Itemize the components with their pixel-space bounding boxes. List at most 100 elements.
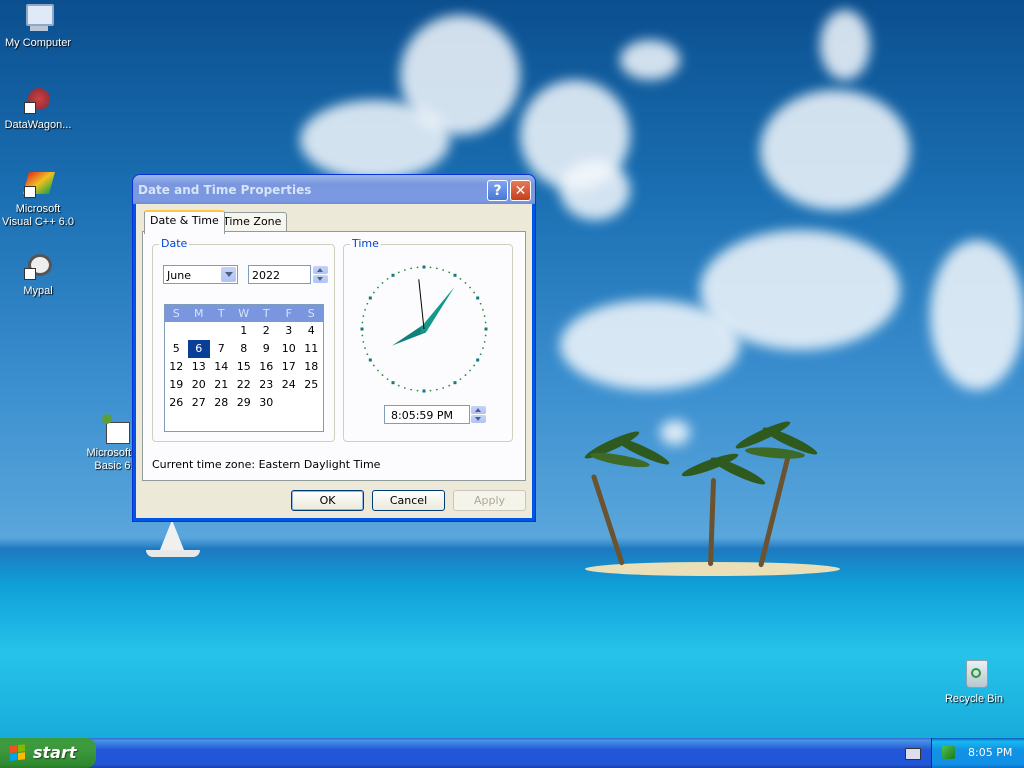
calendar-day[interactable]: 26 — [165, 394, 188, 412]
tab-panel-date-time: Date June 2022 SMTWTFS 1 2 3 4 5 6 7 8 9 10 11 12 13… — [142, 231, 526, 481]
calendar-day[interactable]: 14 — [210, 358, 233, 376]
calendar-day[interactable]: 24 — [278, 376, 301, 394]
time-input[interactable]: 8:05:59 PM — [384, 405, 486, 424]
calendar-day[interactable]: 10 — [278, 340, 301, 358]
clock-minute-marker — [429, 389, 432, 392]
month-calendar[interactable]: SMTWTFS 1 2 3 4 5 6 7 8 9 10 11 12 13 14 15 16 17 18 19 20 2… — [164, 304, 324, 432]
network-icon[interactable] — [942, 746, 955, 759]
calendar-day[interactable]: 8 — [233, 340, 256, 358]
calendar-day[interactable]: 1 — [233, 322, 256, 340]
calendar-day[interactable]: 9 — [255, 340, 278, 358]
spin-down-icon[interactable] — [313, 275, 328, 283]
spin-down-icon[interactable] — [471, 415, 486, 423]
month-dropdown[interactable]: June — [163, 265, 238, 284]
ok-button[interactable]: OK — [291, 490, 364, 511]
clock-minute-marker — [435, 267, 438, 270]
desktop-icon-datawagon[interactable]: DataWagon... — [0, 84, 76, 132]
calendar-day[interactable]: 30 — [255, 394, 278, 412]
clock-minute-marker — [372, 291, 375, 294]
sailboat — [140, 520, 204, 560]
time-spinner[interactable] — [471, 406, 486, 423]
visual-cpp-icon — [22, 168, 55, 200]
calendar-week-row: 5 6 7 8 9 10 11 — [165, 340, 323, 358]
calendar-day[interactable]: 13 — [188, 358, 211, 376]
calendar-day[interactable]: 23 — [255, 376, 278, 394]
clock-hour-marker — [484, 327, 488, 331]
calendar-week-row: 19 20 21 22 23 24 25 — [165, 376, 323, 394]
calendar-empty-cell — [300, 394, 323, 412]
chevron-down-icon[interactable] — [221, 267, 236, 282]
calendar-day[interactable]: 11 — [300, 340, 323, 358]
calendar-weekday: S — [172, 307, 180, 320]
calendar-weekday: M — [194, 307, 204, 320]
calendar-day[interactable]: 28 — [210, 394, 233, 412]
close-button[interactable]: ✕ — [510, 180, 531, 201]
calendar-day[interactable]: 4 — [300, 322, 323, 340]
calendar-day[interactable]: 27 — [188, 394, 211, 412]
dialog-title: Date and Time Properties — [138, 183, 312, 197]
calendar-day[interactable]: 7 — [210, 340, 233, 358]
help-icon: ? — [493, 183, 502, 199]
tab-date-time[interactable]: Date & Time — [144, 210, 225, 234]
calendar-day[interactable]: 17 — [278, 358, 301, 376]
calendar-day[interactable]: 6 — [187, 340, 210, 358]
calendar-day[interactable]: 16 — [255, 358, 278, 376]
calendar-week-row: 26 27 28 29 30 — [165, 394, 323, 412]
desktop-icon-recycle-bin[interactable]: Recycle Bin — [936, 658, 1012, 706]
desktop-icon-mypal[interactable]: Mypal — [0, 250, 76, 298]
calendar-day[interactable]: 2 — [255, 322, 278, 340]
year-spinbox[interactable]: 2022 — [248, 265, 328, 284]
clock-minute-marker — [377, 369, 379, 372]
desktop-icon-label: Mypal — [23, 285, 53, 297]
calendar-empty-cell — [188, 322, 211, 340]
calendar-day[interactable]: 29 — [233, 394, 256, 412]
help-button[interactable]: ? — [487, 180, 508, 201]
cancel-button[interactable]: Cancel — [372, 490, 445, 511]
clock-minute-marker — [484, 321, 487, 324]
clock-minute-marker — [469, 286, 471, 289]
calendar-day[interactable]: 5 — [165, 340, 188, 358]
calendar-day[interactable]: 3 — [278, 322, 301, 340]
taskbar-clock[interactable]: 8:05 PM — [968, 746, 1012, 759]
clock-minute-marker — [482, 347, 484, 350]
calendar-day[interactable]: 21 — [210, 376, 233, 394]
calendar-day[interactable]: 22 — [233, 376, 256, 394]
clock-minute-marker — [364, 308, 366, 311]
calendar-day[interactable]: 18 — [300, 358, 323, 376]
clock-minute-marker — [464, 374, 467, 376]
date-group-label: Date — [159, 237, 190, 250]
clock-minute-marker — [416, 266, 419, 269]
year-spinner[interactable] — [313, 266, 328, 283]
clock-minute-marker — [464, 282, 467, 284]
dialog-titlebar[interactable]: Date and Time Properties ? ✕ — [133, 175, 535, 204]
start-button[interactable]: start — [0, 738, 96, 768]
date-groupbox: Date June 2022 SMTWTFS 1 2 3 4 5 6 7 8 9 10 11 12 13… — [152, 237, 335, 442]
clock-hour-marker — [368, 296, 372, 300]
calendar-empty-cell — [210, 322, 233, 340]
tab-time-zone[interactable]: Time Zone — [217, 212, 288, 232]
clock-minute-marker — [483, 340, 486, 343]
calendar-day[interactable]: 25 — [300, 376, 323, 394]
clock-minute-marker — [459, 277, 462, 280]
time-group-label: Time — [350, 237, 381, 250]
clock-minute-marker — [366, 302, 369, 305]
desktop-icon-visual-cpp[interactable]: Microsoft Visual C++ 6.0 — [0, 168, 76, 229]
calendar-weekday: W — [238, 307, 250, 320]
clock-minute-marker — [397, 271, 400, 274]
calendar-day[interactable]: 19 — [165, 376, 188, 394]
clock-minute-marker — [397, 384, 400, 387]
spin-up-icon[interactable] — [471, 406, 486, 414]
calendar-empty-cell — [165, 322, 188, 340]
clock-minute-marker — [381, 374, 384, 376]
clock-hour-marker — [422, 265, 426, 269]
desktop-icon-my-computer[interactable]: My Computer — [0, 2, 76, 50]
apply-button[interactable]: Apply — [453, 490, 526, 511]
calendar-day[interactable]: 12 — [165, 358, 188, 376]
spin-up-icon[interactable] — [313, 266, 328, 274]
calendar-week-row: 12 13 14 15 16 17 18 — [165, 358, 323, 376]
clock-minute-marker — [442, 269, 445, 271]
calendar-day[interactable]: 20 — [188, 376, 211, 394]
keyboard-icon[interactable] — [905, 748, 921, 760]
desktop-icon-label: Recycle Bin — [944, 693, 1004, 705]
calendar-day[interactable]: 15 — [233, 358, 256, 376]
